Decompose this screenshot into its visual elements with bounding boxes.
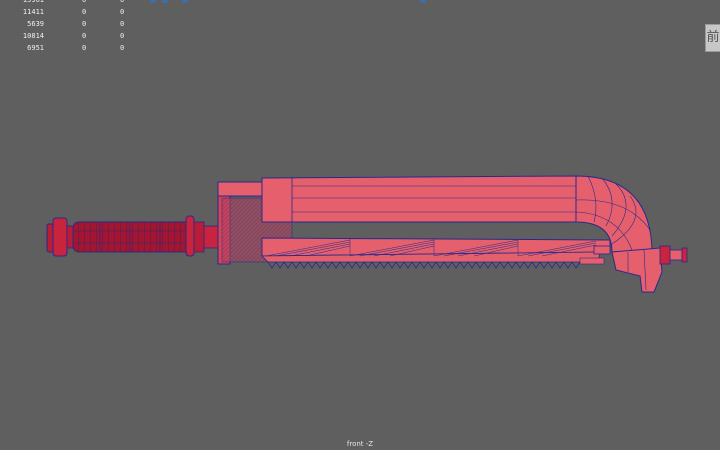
hud-value: 0 <box>82 44 87 52</box>
hud-value: 0 <box>82 20 87 28</box>
end-knob[interactable] <box>46 217 74 257</box>
hud-count: 5639 <box>27 20 44 28</box>
hud-value: 0 <box>120 32 125 40</box>
saw-model[interactable] <box>46 175 688 293</box>
grip-handle[interactable] <box>72 215 219 257</box>
hud-count: 6951 <box>27 44 44 52</box>
hud-row: 10814 0 0 <box>0 30 140 42</box>
hud-row: 5639 0 0 <box>0 18 140 30</box>
toolbar-marker <box>162 0 168 3</box>
saw-blade[interactable] <box>261 237 611 269</box>
upper-frame-tube[interactable] <box>261 175 577 223</box>
hud-count: 10814 <box>22 32 44 40</box>
toolbar-marker <box>150 0 156 3</box>
hud-row: 6951 0 0 <box>0 42 140 54</box>
hud-count: 11411 <box>22 8 44 16</box>
toolbar-marker <box>182 0 188 3</box>
view-cube-icon[interactable]: 前 <box>705 24 720 52</box>
hud-value: 0 <box>82 8 87 16</box>
hud-value: 0 <box>120 44 125 52</box>
frame-elbow[interactable] <box>575 175 688 293</box>
viewport-3d[interactable] <box>0 0 720 450</box>
hud-row: 11411 0 0 <box>0 6 140 18</box>
hud-value: 0 <box>120 20 125 28</box>
hud-value: 0 <box>120 8 125 16</box>
toolbar-marker <box>420 0 426 3</box>
poly-count-hud: 15961 0 0 11411 0 0 5639 0 0 10814 0 0 6… <box>0 0 140 54</box>
hud-value: 0 <box>82 32 87 40</box>
camera-label: front -Z <box>346 440 374 448</box>
